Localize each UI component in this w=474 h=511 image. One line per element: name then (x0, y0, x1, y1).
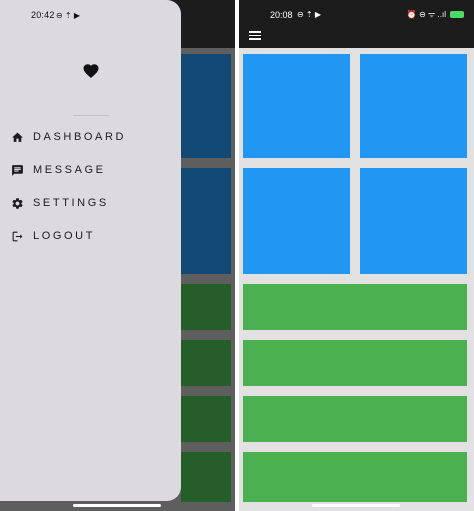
dimmed-green-tile (181, 284, 231, 330)
menu-item-logout[interactable]: LOGOUT (0, 222, 181, 250)
app-bar: 20:08 ⊖ ⇡ ▶ ⏰ ⊖ ᯤ ..ıl (239, 0, 474, 48)
navigation-drawer: 20:42 ⊖ ⇡ ▶ DASHBOARD MESSAGE SETTINGS L… (0, 0, 181, 501)
gear-icon (10, 196, 24, 210)
dimmed-blue-tile (181, 54, 231, 158)
status-icons: ⊖ ⇡ ▶ (56, 11, 81, 20)
menu-item-message[interactable]: MESSAGE (0, 156, 181, 184)
menu-item-label: MESSAGE (33, 164, 106, 176)
home-icon (10, 130, 24, 144)
green-tile[interactable] (243, 452, 467, 502)
right-screen: 20:08 ⊖ ⇡ ▶ ⏰ ⊖ ᯤ ..ıl (239, 0, 474, 511)
status-time: 20:08 (270, 10, 293, 20)
blue-tile[interactable] (243, 54, 350, 158)
drawer-divider (73, 115, 109, 116)
left-screen: 20:42 ⊖ ⇡ ▶ DASHBOARD MESSAGE SETTINGS L… (0, 0, 235, 511)
status-icons: ⊖ ⇡ ▶ (297, 10, 322, 19)
green-tile[interactable] (243, 284, 467, 330)
blue-tile[interactable] (360, 168, 467, 274)
blue-tile[interactable] (360, 54, 467, 158)
battery-icon (450, 11, 464, 18)
menu-item-label: SETTINGS (33, 197, 109, 209)
dimmed-green-tile (181, 396, 231, 442)
content-grid (239, 48, 474, 511)
system-status-icons: ⏰ ⊖ ᯤ ..ıl (406, 10, 446, 19)
status-right-icons: ⏰ ⊖ ᯤ ..ıl (407, 9, 464, 20)
hamburger-icon[interactable] (249, 31, 261, 40)
gesture-handle[interactable] (312, 504, 400, 507)
menu-item-label: LOGOUT (33, 230, 96, 242)
dimmed-green-tile (181, 340, 231, 386)
dimmed-blue-tile (181, 168, 231, 274)
green-tile[interactable] (243, 396, 467, 442)
status-time: 20:42 (31, 10, 55, 20)
message-icon (10, 163, 24, 177)
menu-item-label: DASHBOARD (33, 131, 127, 143)
green-tile[interactable] (243, 340, 467, 386)
dimmed-green-tile (181, 452, 231, 502)
blue-tile[interactable] (243, 168, 350, 274)
gesture-handle[interactable] (73, 504, 161, 507)
logout-icon (10, 229, 24, 243)
menu-item-dashboard[interactable]: DASHBOARD (0, 123, 181, 151)
menu-item-settings[interactable]: SETTINGS (0, 189, 181, 217)
heart-icon (83, 64, 99, 79)
